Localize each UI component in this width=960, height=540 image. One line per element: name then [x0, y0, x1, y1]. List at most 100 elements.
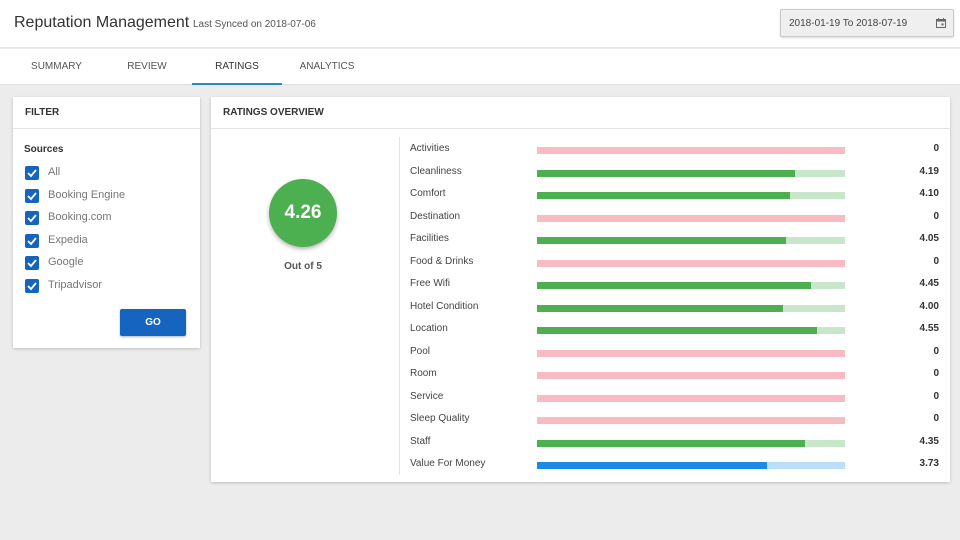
- rating-row: Comfort 4.10: [410, 188, 940, 202]
- source-label: Booking Engine: [48, 188, 126, 201]
- rating-bar-track: [537, 147, 845, 154]
- rating-bar-track: [537, 417, 845, 424]
- rating-value: 0: [933, 413, 939, 424]
- rating-category-label: Location: [410, 323, 448, 334]
- checkbox-checked-icon[interactable]: [25, 188, 39, 203]
- filter-title: FILTER: [13, 97, 200, 129]
- go-button[interactable]: GO: [120, 309, 186, 336]
- rating-bar-fill: [537, 327, 818, 334]
- rating-category-label: Comfort: [410, 188, 446, 199]
- rating-bar-track: [537, 394, 845, 402]
- source-label: Google: [48, 256, 84, 268]
- checkbox-checked-icon[interactable]: [25, 256, 39, 270]
- rating-row: Pool 0: [410, 346, 940, 360]
- rating-bar-track: [537, 462, 845, 469]
- rating-row: Hotel Condition 4.00: [410, 301, 940, 315]
- rating-row: Food & Drinks 0: [410, 256, 940, 270]
- rating-category-label: Pool: [410, 345, 431, 357]
- rating-category-label: Room: [410, 368, 437, 379]
- rating-value: 0: [933, 143, 939, 154]
- rating-category-label: Staff: [410, 435, 431, 447]
- rating-value: 0: [933, 210, 939, 222]
- rating-bar-fill: [537, 304, 784, 312]
- rating-bar-track: [537, 304, 845, 312]
- tab-bar: SUMMARY REVIEW RATINGS ANALYTICS: [0, 49, 960, 85]
- checkbox-checked-icon[interactable]: [25, 211, 39, 225]
- tab-summary[interactable]: SUMMARY: [0, 49, 113, 85]
- rating-bar-track: [537, 327, 845, 334]
- rating-value: 0: [933, 390, 939, 402]
- rating-category-label: Value For Money: [410, 458, 486, 469]
- rating-bar-track: [537, 214, 845, 222]
- source-label: Expedia: [48, 233, 88, 246]
- source-label: All: [48, 166, 61, 178]
- rating-value: 4.35: [919, 435, 939, 447]
- calendar-icon: [936, 18, 946, 28]
- date-range-text: 2018-01-19 To 2018-07-19: [789, 18, 908, 29]
- rating-value: 0: [933, 345, 939, 357]
- rating-row: Sleep Quality 0: [410, 413, 940, 427]
- rating-value: 3.73: [919, 458, 939, 469]
- sources-label: Sources: [24, 144, 64, 155]
- rating-bar-fill: [537, 192, 790, 199]
- rating-value: 4.05: [919, 233, 939, 244]
- rating-row: Facilities 4.05: [410, 233, 940, 247]
- rating-bar-track: [537, 192, 845, 199]
- rating-value: 4.55: [919, 323, 939, 334]
- ratings-overview-panel: RATINGS OVERVIEW 4.26 Out of 5 Activitie…: [211, 97, 950, 482]
- rating-bar-track: [537, 282, 845, 289]
- rating-bar-track: [537, 372, 845, 379]
- rating-category-label: Cleanliness: [410, 165, 462, 177]
- rating-category-label: Food & Drinks: [410, 255, 474, 267]
- rating-row: Location 4.55: [410, 323, 940, 337]
- rating-row: Staff 4.35: [410, 436, 940, 450]
- rating-row: Value For Money 3.73: [410, 458, 940, 472]
- checkbox-checked-icon[interactable]: [25, 278, 39, 293]
- rating-row: Activities 0: [410, 143, 940, 157]
- app-title: Reputation Management: [14, 14, 190, 31]
- rating-value: 4.10: [919, 188, 939, 199]
- rating-row: Room 0: [410, 368, 940, 382]
- rating-category-label: Sleep Quality: [410, 413, 470, 424]
- ratings-overview-title: RATINGS OVERVIEW: [211, 97, 950, 129]
- overall-rating-badge: 4.26: [269, 179, 337, 247]
- out-of-label: Out of 5: [284, 261, 322, 272]
- rating-bar-fill: [537, 282, 812, 289]
- rating-bar-fill: [537, 462, 767, 469]
- source-label: Tripadvisor: [48, 278, 102, 291]
- rating-value: 4.00: [919, 300, 939, 312]
- rating-category-label: Facilities: [410, 233, 449, 244]
- rating-bar-track: [537, 349, 845, 357]
- app-header: Reputation Management Last Synced on 201…: [0, 0, 960, 48]
- rating-bar-fill: [537, 169, 796, 177]
- tab-ratings[interactable]: RATINGS: [192, 49, 282, 85]
- checkbox-checked-icon[interactable]: [25, 166, 39, 180]
- rating-value: 4.19: [919, 165, 939, 177]
- rating-bar-track: [537, 439, 845, 447]
- rating-row: Free Wifi 4.45: [410, 278, 940, 292]
- rating-value: 0: [933, 255, 939, 267]
- checkbox-checked-icon[interactable]: [25, 233, 39, 248]
- rating-category-label: Service: [410, 390, 444, 402]
- rating-value: 0: [933, 368, 939, 379]
- rating-row: Destination 0: [410, 211, 940, 225]
- filter-panel: FILTER Sources All Booking Engine Booking.…: [13, 97, 200, 348]
- rating-bar-track: [537, 237, 845, 244]
- rating-category-label: Destination: [410, 210, 461, 222]
- rating-category-label: Free Wifi: [410, 278, 450, 289]
- rating-value: 4.45: [919, 278, 939, 289]
- source-label: Booking.com: [48, 211, 112, 223]
- rating-row: Cleanliness 4.19: [410, 166, 940, 180]
- rating-category-label: Hotel Condition: [410, 300, 479, 312]
- rating-bar-fill: [537, 439, 805, 447]
- tab-review[interactable]: REVIEW: [102, 49, 192, 85]
- rating-category-label: Activities: [410, 143, 450, 154]
- rating-bar-fill: [537, 237, 787, 244]
- rating-row: Service 0: [410, 391, 940, 405]
- last-synced-text: Last Synced on 2018-07-06: [193, 19, 316, 30]
- date-range-picker[interactable]: 2018-01-19 To 2018-07-19: [780, 9, 954, 37]
- rating-bar-track: [537, 259, 845, 267]
- tab-analytics[interactable]: ANALYTICS: [282, 49, 372, 85]
- rating-bar-track: [537, 169, 845, 177]
- panel-divider: [399, 137, 400, 475]
